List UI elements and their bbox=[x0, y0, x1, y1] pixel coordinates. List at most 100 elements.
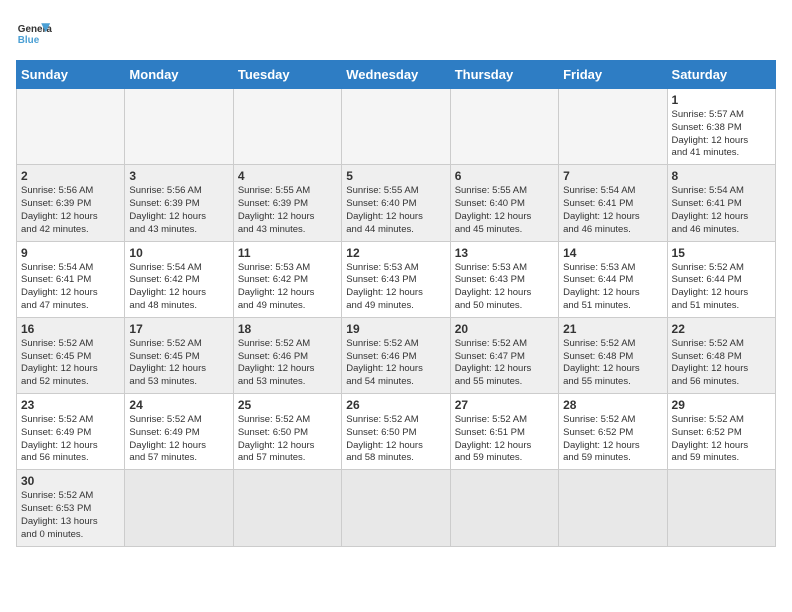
day-number: 7 bbox=[563, 169, 662, 183]
day-number: 23 bbox=[21, 398, 120, 412]
calendar-cell: 23 Sunrise: 5:52 AM Sunset: 6:49 PM Dayli… bbox=[17, 394, 125, 470]
day-number: 10 bbox=[129, 246, 228, 260]
day-info: Sunrise: 5:53 AM Sunset: 6:43 PM Dayligh… bbox=[346, 262, 445, 313]
calendar-cell: 3Sunrise: 5:56 AM Sunset: 6:39 PM Daylig… bbox=[125, 165, 233, 241]
generalblue-logo-icon: General Blue bbox=[16, 16, 52, 52]
calendar-cell: 21 Sunrise: 5:52 AM Sunset: 6:48 PM Dayli… bbox=[559, 317, 667, 393]
calendar-cell: 17 Sunrise: 5:52 AM Sunset: 6:45 PM Dayli… bbox=[125, 317, 233, 393]
day-number: 19 bbox=[346, 322, 445, 336]
calendar-cell: 1Sunrise: 5:57 AM Sunset: 6:38 PM Daylig… bbox=[667, 89, 775, 165]
day-info: Sunrise: 5:54 AM Sunset: 6:42 PM Dayligh… bbox=[129, 262, 228, 313]
calendar-week-row: 2 Sunrise: 5:56 AM Sunset: 6:39 PM Daylig… bbox=[17, 165, 776, 241]
calendar-cell bbox=[125, 89, 233, 165]
calendar-cell: 4Sunrise: 5:55 AM Sunset: 6:39 PM Daylig… bbox=[233, 165, 341, 241]
day-info: Sunrise: 5:52 AM Sunset: 6:45 PM Dayligh… bbox=[21, 338, 120, 389]
calendar-day-header: Wednesday bbox=[342, 61, 450, 89]
day-number: 4 bbox=[238, 169, 337, 183]
day-number: 11 bbox=[238, 246, 337, 260]
day-info: Sunrise: 5:52 AM Sunset: 6:45 PM Dayligh… bbox=[129, 338, 228, 389]
calendar-header-row: SundayMondayTuesdayWednesdayThursdayFrid… bbox=[17, 61, 776, 89]
calendar-cell bbox=[667, 470, 775, 546]
day-number: 13 bbox=[455, 246, 554, 260]
day-number: 27 bbox=[455, 398, 554, 412]
svg-text:Blue: Blue bbox=[18, 35, 40, 46]
day-number: 30 bbox=[21, 474, 120, 488]
calendar-cell: 10 Sunrise: 5:54 AM Sunset: 6:42 PM Dayli… bbox=[125, 241, 233, 317]
day-info: Sunrise: 5:55 AM Sunset: 6:40 PM Dayligh… bbox=[346, 185, 445, 236]
day-info: Sunrise: 5:52 AM Sunset: 6:48 PM Dayligh… bbox=[672, 338, 771, 389]
calendar-cell: 30 Sunrise: 5:52 AM Sunset: 6:53 PM Dayli… bbox=[17, 470, 125, 546]
day-info: Sunrise: 5:52 AM Sunset: 6:46 PM Dayligh… bbox=[346, 338, 445, 389]
calendar-cell: 24 Sunrise: 5:52 AM Sunset: 6:49 PM Dayli… bbox=[125, 394, 233, 470]
calendar-cell: 26 Sunrise: 5:52 AM Sunset: 6:50 PM Dayli… bbox=[342, 394, 450, 470]
logo: General Blue bbox=[16, 16, 52, 52]
day-number: 5 bbox=[346, 169, 445, 183]
calendar-cell bbox=[233, 89, 341, 165]
calendar-cell: 9Sunrise: 5:54 AM Sunset: 6:41 PM Daylig… bbox=[17, 241, 125, 317]
day-info: Sunrise: 5:53 AM Sunset: 6:44 PM Dayligh… bbox=[563, 262, 662, 313]
calendar-day-header: Monday bbox=[125, 61, 233, 89]
day-number: 17 bbox=[129, 322, 228, 336]
day-number: 21 bbox=[563, 322, 662, 336]
day-info: Sunrise: 5:53 AM Sunset: 6:43 PM Dayligh… bbox=[455, 262, 554, 313]
calendar-cell bbox=[125, 470, 233, 546]
day-number: 24 bbox=[129, 398, 228, 412]
calendar-day-header: Sunday bbox=[17, 61, 125, 89]
day-info: Sunrise: 5:52 AM Sunset: 6:53 PM Dayligh… bbox=[21, 490, 120, 541]
day-number: 26 bbox=[346, 398, 445, 412]
calendar-week-row: 30 Sunrise: 5:52 AM Sunset: 6:53 PM Dayli… bbox=[17, 470, 776, 546]
calendar-cell: 6 Sunrise: 5:55 AM Sunset: 6:40 PM Daylig… bbox=[450, 165, 558, 241]
day-number: 14 bbox=[563, 246, 662, 260]
day-number: 29 bbox=[672, 398, 771, 412]
calendar-cell: 18 Sunrise: 5:52 AM Sunset: 6:46 PM Dayli… bbox=[233, 317, 341, 393]
calendar-day-header: Thursday bbox=[450, 61, 558, 89]
day-number: 18 bbox=[238, 322, 337, 336]
day-number: 22 bbox=[672, 322, 771, 336]
calendar-cell: 8Sunrise: 5:54 AM Sunset: 6:41 PM Daylig… bbox=[667, 165, 775, 241]
calendar-cell: 14 Sunrise: 5:53 AM Sunset: 6:44 PM Dayli… bbox=[559, 241, 667, 317]
day-info: Sunrise: 5:52 AM Sunset: 6:49 PM Dayligh… bbox=[129, 414, 228, 465]
day-number: 12 bbox=[346, 246, 445, 260]
day-info: Sunrise: 5:52 AM Sunset: 6:49 PM Dayligh… bbox=[21, 414, 120, 465]
day-info: Sunrise: 5:52 AM Sunset: 6:46 PM Dayligh… bbox=[238, 338, 337, 389]
day-number: 2 bbox=[21, 169, 120, 183]
day-info: Sunrise: 5:56 AM Sunset: 6:39 PM Dayligh… bbox=[129, 185, 228, 236]
day-info: Sunrise: 5:52 AM Sunset: 6:50 PM Dayligh… bbox=[346, 414, 445, 465]
day-info: Sunrise: 5:52 AM Sunset: 6:51 PM Dayligh… bbox=[455, 414, 554, 465]
calendar-cell bbox=[450, 89, 558, 165]
calendar-cell: 25Sunrise: 5:52 AM Sunset: 6:50 PM Dayli… bbox=[233, 394, 341, 470]
calendar-cell: 12 Sunrise: 5:53 AM Sunset: 6:43 PM Dayli… bbox=[342, 241, 450, 317]
calendar-cell: 20Sunrise: 5:52 AM Sunset: 6:47 PM Dayli… bbox=[450, 317, 558, 393]
calendar-day-header: Friday bbox=[559, 61, 667, 89]
calendar-day-header: Tuesday bbox=[233, 61, 341, 89]
calendar-cell bbox=[342, 89, 450, 165]
day-info: Sunrise: 5:52 AM Sunset: 6:48 PM Dayligh… bbox=[563, 338, 662, 389]
day-info: Sunrise: 5:52 AM Sunset: 6:47 PM Dayligh… bbox=[455, 338, 554, 389]
calendar-cell bbox=[17, 89, 125, 165]
calendar-cell: 16Sunrise: 5:52 AM Sunset: 6:45 PM Dayli… bbox=[17, 317, 125, 393]
calendar-cell: 5 Sunrise: 5:55 AM Sunset: 6:40 PM Daylig… bbox=[342, 165, 450, 241]
day-info: Sunrise: 5:57 AM Sunset: 6:38 PM Dayligh… bbox=[672, 109, 771, 160]
day-info: Sunrise: 5:54 AM Sunset: 6:41 PM Dayligh… bbox=[21, 262, 120, 313]
calendar-week-row: 16Sunrise: 5:52 AM Sunset: 6:45 PM Dayli… bbox=[17, 317, 776, 393]
day-info: Sunrise: 5:54 AM Sunset: 6:41 PM Dayligh… bbox=[672, 185, 771, 236]
calendar-cell bbox=[342, 470, 450, 546]
calendar-cell: 19 Sunrise: 5:52 AM Sunset: 6:46 PM Dayli… bbox=[342, 317, 450, 393]
calendar-table: SundayMondayTuesdayWednesdayThursdayFrid… bbox=[16, 60, 776, 547]
calendar-cell: 27 Sunrise: 5:52 AM Sunset: 6:51 PM Dayli… bbox=[450, 394, 558, 470]
day-info: Sunrise: 5:52 AM Sunset: 6:44 PM Dayligh… bbox=[672, 262, 771, 313]
day-info: Sunrise: 5:53 AM Sunset: 6:42 PM Dayligh… bbox=[238, 262, 337, 313]
calendar-cell: 22 Sunrise: 5:52 AM Sunset: 6:48 PM Dayli… bbox=[667, 317, 775, 393]
calendar-week-row: 23 Sunrise: 5:52 AM Sunset: 6:49 PM Dayli… bbox=[17, 394, 776, 470]
calendar-cell: 13 Sunrise: 5:53 AM Sunset: 6:43 PM Dayli… bbox=[450, 241, 558, 317]
day-number: 6 bbox=[455, 169, 554, 183]
day-info: Sunrise: 5:55 AM Sunset: 6:40 PM Dayligh… bbox=[455, 185, 554, 236]
day-info: Sunrise: 5:56 AM Sunset: 6:39 PM Dayligh… bbox=[21, 185, 120, 236]
calendar-week-row: 9Sunrise: 5:54 AM Sunset: 6:41 PM Daylig… bbox=[17, 241, 776, 317]
page-header: General Blue bbox=[16, 16, 776, 52]
calendar-cell bbox=[559, 470, 667, 546]
day-number: 28 bbox=[563, 398, 662, 412]
calendar-cell: 29Sunrise: 5:52 AM Sunset: 6:52 PM Dayli… bbox=[667, 394, 775, 470]
calendar-cell bbox=[233, 470, 341, 546]
day-info: Sunrise: 5:52 AM Sunset: 6:52 PM Dayligh… bbox=[563, 414, 662, 465]
